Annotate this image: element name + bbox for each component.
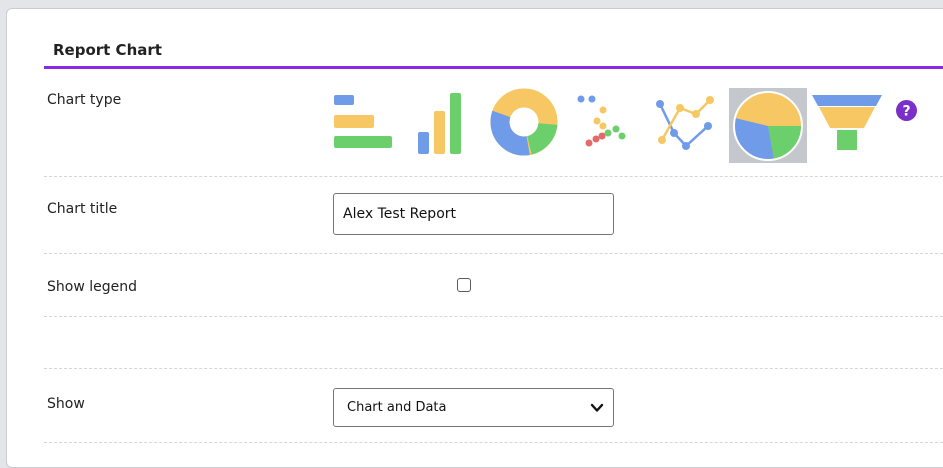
row-divider	[44, 316, 943, 317]
chart-title-label: Chart title	[47, 201, 118, 217]
chart-type-label: Chart type	[47, 92, 122, 108]
show-select-value: Chart and Data	[347, 400, 447, 415]
chevron-down-icon	[590, 401, 604, 419]
doughnut-chart-icon[interactable]	[486, 88, 562, 156]
show-legend-label: Show legend	[47, 279, 137, 295]
horizontal-bar-chart-icon[interactable]	[330, 88, 396, 156]
question-mark-icon[interactable]: ?	[896, 100, 917, 121]
row-divider	[44, 368, 943, 369]
help-glyph: ?	[902, 104, 910, 120]
pie-chart-icon[interactable]	[729, 88, 807, 163]
vertical-bar-chart-icon[interactable]	[413, 88, 473, 156]
line-chart-icon[interactable]	[652, 88, 720, 156]
show-select[interactable]: Chart and Data	[333, 388, 614, 427]
show-label: Show	[47, 396, 85, 412]
row-divider	[44, 176, 943, 177]
chart-title-input[interactable]	[333, 193, 614, 235]
section-title: Report Chart	[53, 41, 162, 59]
row-divider	[44, 442, 943, 443]
section-title-underline	[44, 66, 943, 69]
scatter-chart-icon[interactable]	[572, 88, 638, 156]
funnel-chart-icon[interactable]	[812, 88, 884, 156]
show-legend-checkbox[interactable]	[457, 278, 471, 292]
row-divider	[44, 253, 943, 254]
